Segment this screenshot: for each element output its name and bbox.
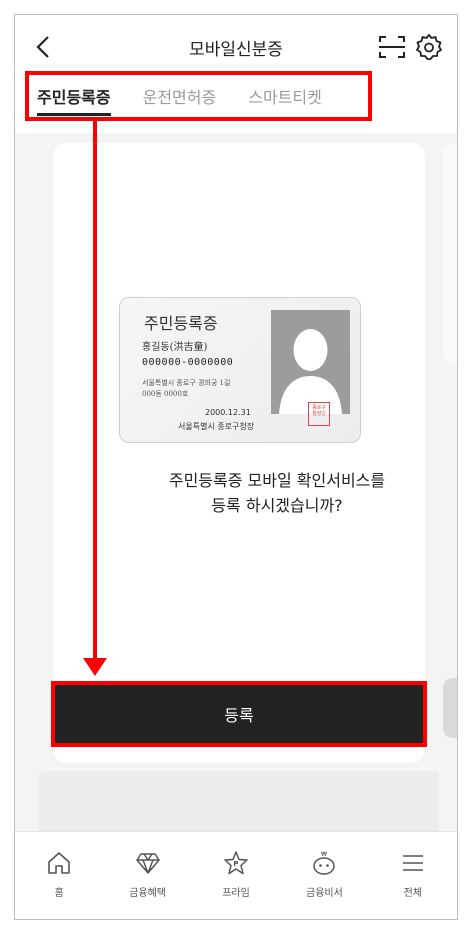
tab-driver-license[interactable]: 운전면허증 [143, 78, 217, 114]
id-card-address-line1: 서울특별시 종로구 경희궁 1길 [142, 379, 231, 387]
nav-item-all[interactable]: 전체 [369, 832, 457, 919]
scan-icon [379, 36, 405, 58]
id-card-name: 홍길동(洪吉童) [142, 342, 208, 353]
id-photo-placeholder [271, 310, 350, 414]
content-area: 주민등록증 홍길동(洪吉童) 000000-0000000 서울특별시 종로구 … [15, 133, 457, 833]
nav-item-benefits[interactable]: 금융혜택 [103, 832, 191, 919]
register-prompt-line1: 주민등록증 모바일 확인서비스를 [168, 471, 386, 490]
person-silhouette-icon [279, 329, 342, 414]
tab-smart-ticket[interactable]: 스마트티켓 [248, 78, 322, 114]
robot-icon: ₩ [313, 851, 336, 875]
id-card-panel: 주민등록증 홍길동(洪吉童) 000000-0000000 서울특별시 종로구 … [53, 143, 425, 763]
nav-label-prime: 프라임 [222, 888, 250, 899]
svg-text:₩: ₩ [321, 851, 327, 858]
next-card-button-peek [443, 678, 457, 738]
header: 모바일신분증 [15, 15, 457, 79]
id-card-number: 000000-0000000 [142, 357, 234, 368]
app-frame: 모바일신분증 주민등록증 운전면허증 스마트티켓 주민등록증 홍길동(洪吉童) [14, 14, 458, 920]
tab-resident-card[interactable]: 주민등록증 [37, 78, 111, 116]
nav-label-home: 홈 [54, 888, 64, 899]
star-p-icon: P [224, 851, 248, 875]
annotation-arrow-head [83, 658, 107, 676]
id-card-issuer: 서울특별시 종로구청장 [178, 422, 255, 431]
official-seal: 종로구 청장인 [308, 402, 330, 426]
id-card-preview: 주민등록증 홍길동(洪吉童) 000000-0000000 서울특별시 종로구 … [119, 297, 361, 443]
tab-bar: 주민등록증 운전면허증 스마트티켓 [25, 71, 372, 121]
scan-button[interactable] [377, 33, 407, 61]
id-card-title: 주민등록증 [144, 314, 218, 333]
register-button[interactable]: 등록 [53, 685, 425, 743]
next-card-peek[interactable] [443, 143, 457, 363]
settings-button[interactable] [415, 33, 443, 61]
home-icon [48, 852, 71, 874]
content-bottom-panel [39, 771, 439, 831]
gear-icon [416, 34, 442, 60]
id-card-issue-date: 2000.12.31 [205, 408, 251, 417]
nav-label-assistant: 금융비서 [306, 888, 343, 899]
nav-label-all: 전체 [403, 888, 423, 899]
svg-text:P: P [233, 860, 238, 868]
nav-item-assistant[interactable]: ₩ 금융비서 [280, 832, 368, 919]
menu-icon [402, 855, 423, 871]
annotation-arrow-line [93, 121, 97, 661]
register-prompt: 주민등록증 모바일 확인서비스를 등록 하시겠습니까? [91, 468, 457, 518]
id-card-address-line2: 000동 0000호 [142, 390, 189, 398]
register-prompt-line2: 등록 하시겠습니까? [211, 496, 343, 515]
nav-label-benefits: 금융혜택 [129, 888, 167, 899]
diamond-icon [135, 853, 160, 874]
nav-item-home[interactable]: 홈 [15, 832, 103, 919]
nav-item-prime[interactable]: P 프라임 [192, 832, 280, 919]
bottom-nav: 홈 금융혜택 P 프라임 ₩ 금융비서 전체 [15, 831, 457, 919]
